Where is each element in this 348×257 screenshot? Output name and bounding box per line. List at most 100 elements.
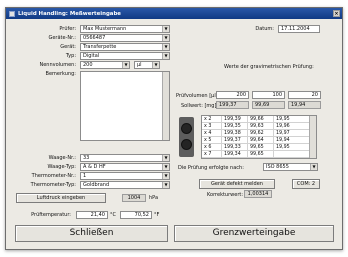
pv2-input[interactable]: 100 [252, 91, 285, 99]
grenzwert-button[interactable]: Grenzwerteingabe [174, 225, 334, 242]
thermo-typ-select[interactable]: Goldbrand ▼ [80, 181, 170, 189]
unit-select[interactable]: µl ▼ [134, 61, 160, 69]
row-label: x 7 [202, 151, 222, 157]
luftdruck-value: 1004 [122, 194, 146, 202]
cell[interactable]: 199,37 [222, 137, 248, 143]
cell[interactable] [274, 151, 311, 157]
prufer-select[interactable]: Max Mustermann ▼ [80, 25, 170, 33]
unit-value: µl [137, 62, 142, 68]
traffic-light-icon [179, 117, 194, 157]
bemerkung-textarea[interactable] [80, 71, 170, 141]
table-row: x 5 199,37 99,64 19,94 [202, 137, 316, 144]
window-title: Liquid Handling: Meßwerteingabe [18, 10, 121, 17]
cell[interactable]: 199,34 [222, 151, 248, 157]
chevron-down-icon[interactable]: ▼ [162, 173, 169, 179]
prufer-value: Max Mustermann [83, 26, 127, 32]
waage-typ-select[interactable]: A & D HF ▼ [80, 163, 170, 171]
pv3-input[interactable]: 20 [288, 91, 321, 99]
measurement-table[interactable]: x 2 199,39 99,66 19,95 x 3 199,35 99,63 19,96 … [201, 115, 317, 159]
thermo-nr-select[interactable]: 1 ▼ [80, 172, 170, 180]
norm-select[interactable]: ISO 8655 ▼ [263, 163, 318, 171]
datum-input[interactable]: 17.11.2004 [278, 25, 320, 33]
cell[interactable]: 199,38 [222, 130, 248, 136]
hpa-unit: hPa [149, 195, 159, 201]
chevron-down-icon[interactable]: ▼ [162, 26, 169, 32]
table-row: x 7 199,34 99,65 [202, 151, 316, 158]
cell[interactable]: 99,66 [248, 116, 274, 122]
celsius-unit: °C [110, 212, 116, 218]
chevron-down-icon[interactable]: ▼ [310, 164, 317, 170]
pruefvolumen-label: Prüfvolumen [µl]: [176, 93, 220, 99]
close-button[interactable]: Schließen [15, 225, 168, 242]
cell[interactable]: 199,39 [222, 116, 248, 122]
norm-value: ISO 8655 [266, 164, 289, 170]
typ-label: Typ: [65, 53, 76, 59]
table-row: x 6 199,33 99,65 19,95 [202, 144, 316, 151]
cell[interactable]: 19,95 [274, 116, 311, 122]
row-label: x 3 [202, 123, 222, 129]
table-scrollbar[interactable] [309, 116, 316, 158]
cell[interactable]: 99,65 [248, 151, 274, 157]
waage-nr-select[interactable]: 33 ▼ [80, 154, 170, 162]
cell[interactable]: 19,97 [274, 130, 311, 136]
table-row: x 4 199,38 99,62 19,97 [202, 130, 316, 137]
waage-typ-value: A & D HF [83, 164, 106, 170]
cell[interactable]: 19,95 [274, 144, 311, 150]
chevron-down-icon[interactable]: ▼ [162, 182, 169, 188]
cell[interactable]: 199,35 [222, 123, 248, 129]
waage-nr-label: Waage-Nr.: [48, 155, 76, 161]
table-row: x 3 199,35 99,63 19,96 [202, 123, 316, 130]
title-bar: Liquid Handling: Meßwerteingabe × [6, 8, 342, 19]
bemerkung-label: Bemerkung: [45, 71, 76, 77]
cell[interactable]: 99,63 [248, 123, 274, 129]
waage-nr-value: 33 [83, 155, 90, 161]
thermo-nr-value: 1 [83, 173, 87, 179]
dialog-window: Liquid Handling: Meßwerteingabe × Prüfer… [5, 7, 343, 250]
chevron-down-icon[interactable]: ▼ [162, 44, 169, 50]
cell[interactable]: 99,64 [248, 137, 274, 143]
cell[interactable]: 19,96 [274, 123, 311, 129]
chevron-down-icon[interactable]: ▼ [162, 35, 169, 41]
prueftemp-label: Prüftemperatur: [31, 212, 71, 218]
norm-label: Die Prüfung erfolgte nach: [178, 165, 244, 171]
close-icon[interactable]: × [333, 10, 340, 17]
gerat-select[interactable]: Transferpette ▼ [80, 43, 170, 51]
cell[interactable]: 99,65 [248, 144, 274, 150]
korrekturwert-value: 1,00314 [244, 190, 272, 198]
nennvolumen-select[interactable]: 200 ▼ [80, 61, 130, 69]
thermo-nr-label: Thermometer-Nr.: [31, 173, 76, 179]
sollwert-label: Sollwert: [mg] [181, 103, 217, 109]
lamp-top [181, 123, 192, 134]
sw1-value: 199,37 [216, 101, 249, 109]
temp-f-input[interactable]: 70,52 [120, 211, 152, 219]
row-label: x 6 [202, 144, 222, 150]
typ-value: Digital [83, 53, 100, 59]
luftdruck-button[interactable]: Luftdruck eingeben [16, 193, 106, 203]
korrekturwert-label: Korrekturwert: [207, 192, 244, 198]
cell[interactable]: 99,62 [248, 130, 274, 136]
chevron-down-icon[interactable]: ▼ [162, 53, 169, 59]
cell[interactable]: 19,94 [274, 137, 311, 143]
chevron-down-icon[interactable]: ▼ [152, 62, 159, 68]
gerate-nr-value: 0566487 [83, 35, 106, 41]
nennvolumen-label: Nennvolumen: [39, 62, 76, 68]
scrollbar[interactable] [162, 72, 169, 140]
row-label: x 2 [202, 116, 222, 122]
datum-label: Datum: [255, 26, 274, 32]
typ-select[interactable]: Digital ▼ [80, 52, 170, 60]
gerate-nr-select[interactable]: 0566487 ▼ [80, 34, 170, 42]
cell[interactable]: 199,33 [222, 144, 248, 150]
row-label: x 5 [202, 137, 222, 143]
chevron-down-icon[interactable]: ▼ [162, 155, 169, 161]
geraet-defekt-button[interactable]: Gerät defekt melden [199, 179, 275, 189]
chevron-down-icon[interactable]: ▼ [122, 62, 129, 68]
thermo-typ-value: Goldbrand [83, 182, 110, 188]
pv1-input[interactable]: 200 [216, 91, 249, 99]
gerat-value: Transferpette [83, 44, 117, 50]
temp-c-input[interactable]: 21,40 [76, 211, 108, 219]
thermo-typ-label: Thermometer-Typ: [30, 182, 76, 188]
com-button[interactable]: COM: 2 [292, 179, 320, 189]
app-icon [9, 10, 15, 17]
chevron-down-icon[interactable]: ▼ [162, 164, 169, 170]
sw2-value: 99,69 [252, 101, 285, 109]
